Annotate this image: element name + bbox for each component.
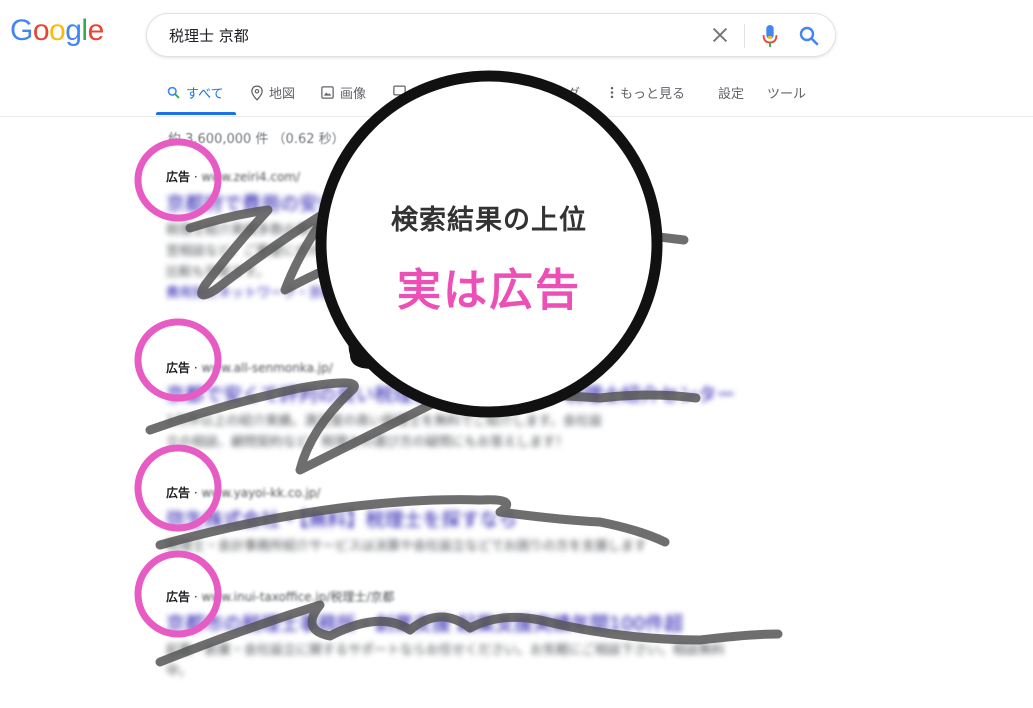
annotation-overlay: [134, 70, 783, 667]
highlight-circle: [134, 550, 222, 638]
bubble-headline: 検索結果の上位: [391, 205, 587, 236]
highlight-circle: [134, 138, 222, 222]
speech-bubble: [315, 70, 663, 418]
highlight-circle: [134, 318, 222, 402]
highlight-circle: [134, 444, 222, 532]
scribble-4: [155, 600, 783, 667]
bubble-emphasis: 実は広告: [397, 265, 581, 316]
scribble-3: [155, 495, 670, 550]
